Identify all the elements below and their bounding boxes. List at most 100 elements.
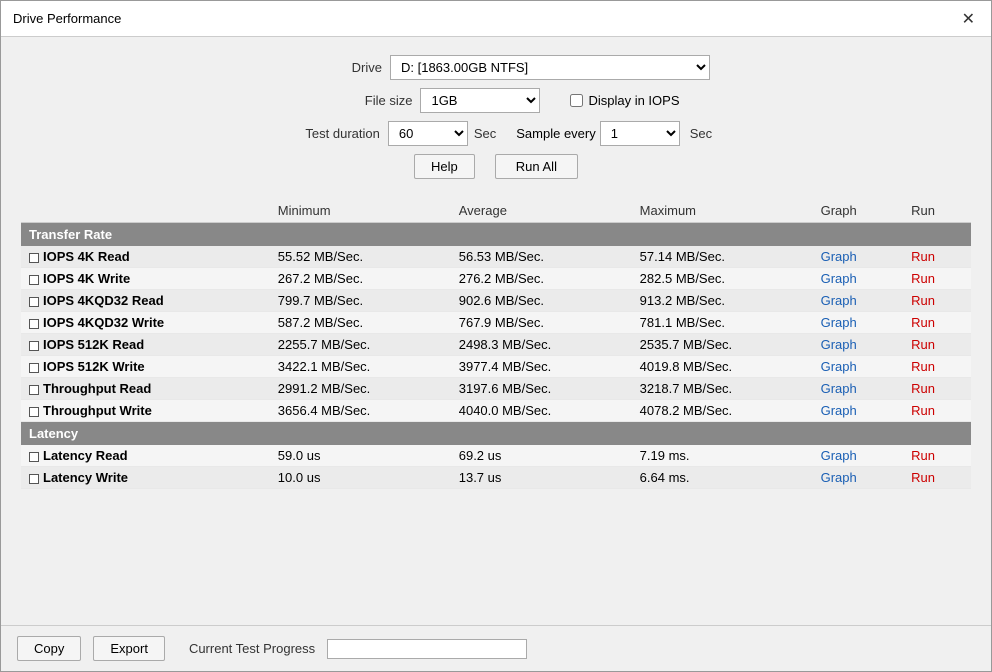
section-header-1: Latency [21, 422, 971, 446]
drive-select[interactable]: D: [1863.00GB NTFS] [390, 55, 710, 80]
table-row: IOPS 512K Write3422.1 MB/Sec.3977.4 MB/S… [21, 356, 971, 378]
graph-link[interactable]: Graph [821, 381, 857, 396]
row-run-cell: Run [903, 246, 971, 268]
graph-link[interactable]: Graph [821, 271, 857, 286]
display-iops-label[interactable]: Display in IOPS [570, 93, 679, 108]
row-icon [29, 297, 39, 307]
row-graph-cell: Graph [813, 400, 903, 422]
row-name: IOPS 512K Read [43, 337, 144, 352]
run-link[interactable]: Run [911, 293, 935, 308]
section-title: Transfer Rate [21, 223, 971, 247]
row-maximum: 781.1 MB/Sec. [632, 312, 813, 334]
graph-link[interactable]: Graph [821, 470, 857, 485]
run-link[interactable]: Run [911, 359, 935, 374]
form-area: Drive D: [1863.00GB NTFS] File size 1GB … [21, 47, 971, 195]
display-iops-checkbox[interactable] [570, 94, 583, 107]
row-maximum: 4019.8 MB/Sec. [632, 356, 813, 378]
row-average: 69.2 us [451, 445, 632, 467]
run-link[interactable]: Run [911, 249, 935, 264]
row-icon [29, 452, 39, 462]
graph-link[interactable]: Graph [821, 359, 857, 374]
graph-link[interactable]: Graph [821, 403, 857, 418]
table-area: Minimum Average Maximum Graph Run Transf… [21, 199, 971, 615]
duration-select[interactable]: 30 60 120 [388, 121, 468, 146]
table-row: IOPS 4K Read55.52 MB/Sec.56.53 MB/Sec.57… [21, 246, 971, 268]
row-graph-cell: Graph [813, 312, 903, 334]
row-maximum: 7.19 ms. [632, 445, 813, 467]
table-row: IOPS 4KQD32 Read799.7 MB/Sec.902.6 MB/Se… [21, 290, 971, 312]
row-run-cell: Run [903, 356, 971, 378]
row-name: Throughput Write [43, 403, 152, 418]
sec-label-2: Sec [690, 126, 712, 141]
graph-link[interactable]: Graph [821, 249, 857, 264]
row-average: 902.6 MB/Sec. [451, 290, 632, 312]
row-average: 56.53 MB/Sec. [451, 246, 632, 268]
row-name: Latency Read [43, 448, 128, 463]
row-icon [29, 341, 39, 351]
export-button[interactable]: Export [93, 636, 165, 661]
row-maximum: 3218.7 MB/Sec. [632, 378, 813, 400]
row-name-cell: IOPS 4KQD32 Read [21, 290, 270, 312]
row-name-cell: Latency Read [21, 445, 270, 467]
row-name-cell: IOPS 512K Read [21, 334, 270, 356]
row-name-cell: IOPS 4K Write [21, 268, 270, 290]
row-name-cell: IOPS 4KQD32 Write [21, 312, 270, 334]
row-graph-cell: Graph [813, 334, 903, 356]
run-link[interactable]: Run [911, 448, 935, 463]
row-minimum: 799.7 MB/Sec. [270, 290, 451, 312]
content-area: Drive D: [1863.00GB NTFS] File size 1GB … [1, 37, 991, 625]
run-link[interactable]: Run [911, 337, 935, 352]
row-graph-cell: Graph [813, 268, 903, 290]
sample-select[interactable]: 1 2 5 [600, 121, 680, 146]
row-graph-cell: Graph [813, 445, 903, 467]
row-run-cell: Run [903, 312, 971, 334]
progress-bar-container [327, 639, 527, 659]
table-row: IOPS 4KQD32 Write587.2 MB/Sec.767.9 MB/S… [21, 312, 971, 334]
row-average: 2498.3 MB/Sec. [451, 334, 632, 356]
graph-link[interactable]: Graph [821, 337, 857, 352]
window-title: Drive Performance [13, 11, 121, 26]
col-minimum: Minimum [270, 199, 451, 223]
row-average: 3977.4 MB/Sec. [451, 356, 632, 378]
row-graph-cell: Graph [813, 467, 903, 489]
graph-link[interactable]: Graph [821, 315, 857, 330]
table-row: IOPS 4K Write267.2 MB/Sec.276.2 MB/Sec.2… [21, 268, 971, 290]
row-name: Throughput Read [43, 381, 151, 396]
row-run-cell: Run [903, 400, 971, 422]
row-minimum: 587.2 MB/Sec. [270, 312, 451, 334]
row-run-cell: Run [903, 268, 971, 290]
run-link[interactable]: Run [911, 271, 935, 286]
col-run: Run [903, 199, 971, 223]
help-button[interactable]: Help [414, 154, 475, 179]
section-title: Latency [21, 422, 971, 446]
row-minimum: 2255.7 MB/Sec. [270, 334, 451, 356]
filesize-select[interactable]: 1GB 2GB 4GB [420, 88, 540, 113]
row-icon [29, 319, 39, 329]
results-table: Minimum Average Maximum Graph Run Transf… [21, 199, 971, 489]
run-link[interactable]: Run [911, 403, 935, 418]
row-maximum: 2535.7 MB/Sec. [632, 334, 813, 356]
row-minimum: 3656.4 MB/Sec. [270, 400, 451, 422]
section-header-0: Transfer Rate [21, 223, 971, 247]
row-name-cell: IOPS 512K Write [21, 356, 270, 378]
row-minimum: 55.52 MB/Sec. [270, 246, 451, 268]
run-link[interactable]: Run [911, 315, 935, 330]
run-link[interactable]: Run [911, 381, 935, 396]
row-name-cell: Throughput Write [21, 400, 270, 422]
copy-button[interactable]: Copy [17, 636, 81, 661]
table-header-row: Minimum Average Maximum Graph Run [21, 199, 971, 223]
drive-label: Drive [282, 60, 382, 75]
table-row: Throughput Read2991.2 MB/Sec.3197.6 MB/S… [21, 378, 971, 400]
row-average: 276.2 MB/Sec. [451, 268, 632, 290]
run-all-button[interactable]: Run All [495, 154, 578, 179]
test-duration-label: Test duration [280, 126, 380, 141]
row-graph-cell: Graph [813, 356, 903, 378]
row-name: IOPS 4KQD32 Write [43, 315, 164, 330]
run-link[interactable]: Run [911, 470, 935, 485]
graph-link[interactable]: Graph [821, 293, 857, 308]
graph-link[interactable]: Graph [821, 448, 857, 463]
row-maximum: 913.2 MB/Sec. [632, 290, 813, 312]
filesize-row: File size 1GB 2GB 4GB Display in IOPS [21, 88, 971, 113]
close-button[interactable]: ✕ [958, 9, 979, 29]
row-run-cell: Run [903, 445, 971, 467]
